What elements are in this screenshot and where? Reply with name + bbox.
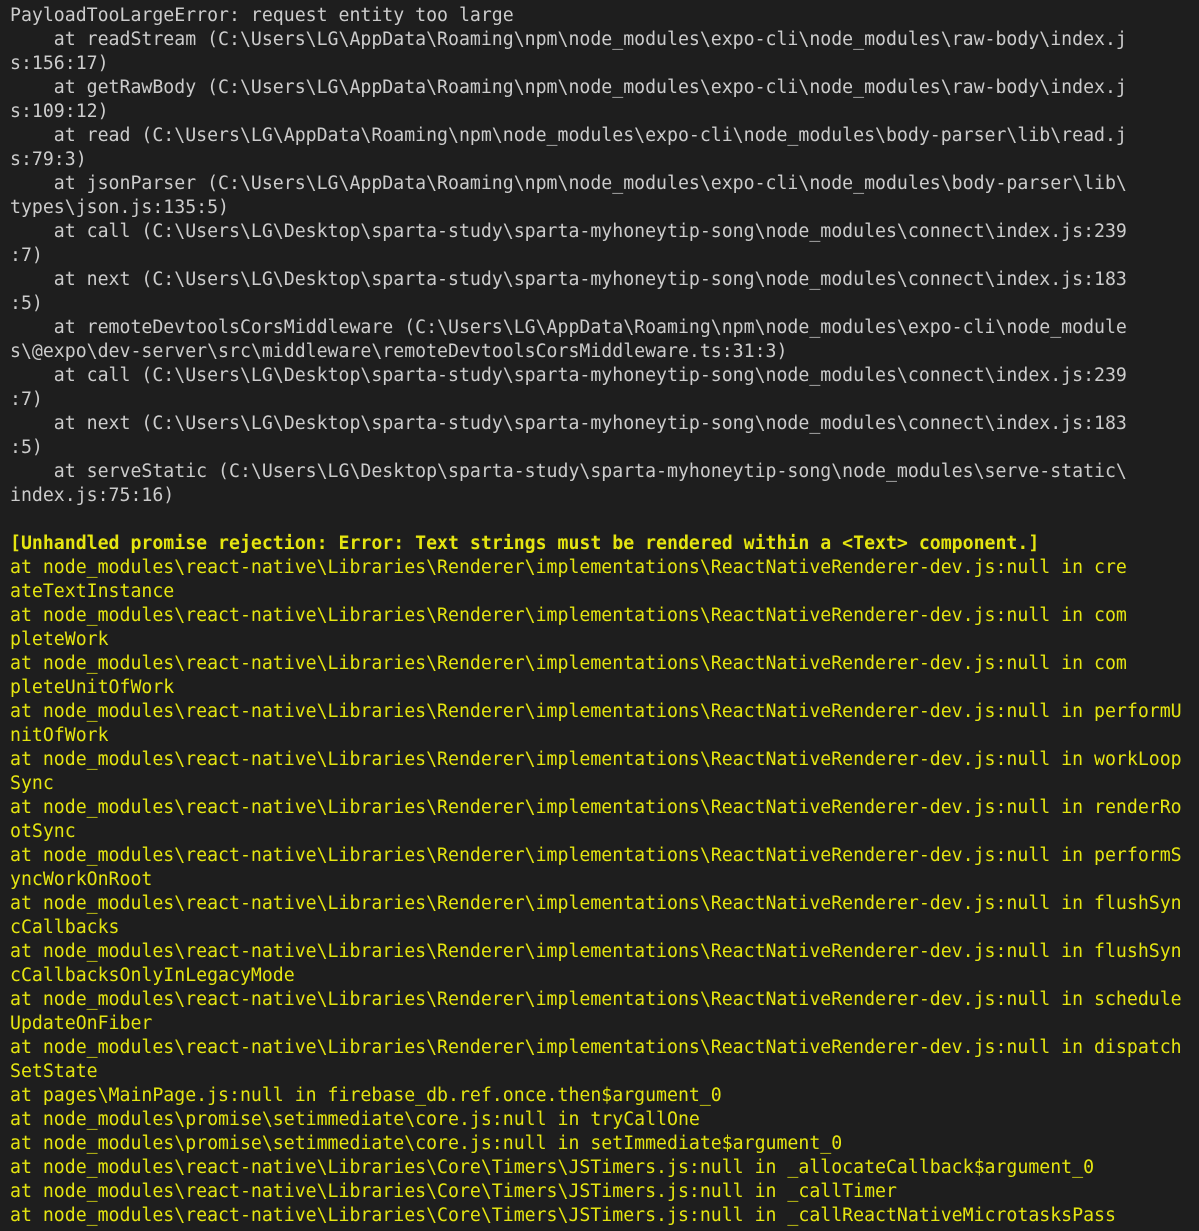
warning-log-line: at node_modules\react-native\Libraries\R… bbox=[10, 797, 1182, 818]
error-log-line: at call (C:\Users\LG\Desktop\sparta-stud… bbox=[10, 221, 1127, 242]
error-log-line: at call (C:\Users\LG\Desktop\sparta-stud… bbox=[10, 365, 1127, 386]
warning-log-line: pleteWork bbox=[10, 629, 109, 650]
warning-log-line: at node_modules\promise\setimmediate\cor… bbox=[10, 1133, 843, 1154]
error-log-line: s:79:3) bbox=[10, 149, 87, 170]
warning-log-line: at node_modules\react-native\Libraries\R… bbox=[10, 605, 1127, 626]
error-log-line: types\json.js:135:5) bbox=[10, 197, 229, 218]
error-log-line: :5) bbox=[10, 437, 43, 458]
warning-log-line: at node_modules\react-native\Libraries\C… bbox=[10, 1205, 1116, 1226]
warning-log-line: at node_modules\promise\setimmediate\cor… bbox=[10, 1109, 700, 1130]
warning-log-line: at node_modules\react-native\Libraries\C… bbox=[10, 1181, 897, 1202]
warning-log-line: at node_modules\react-native\Libraries\R… bbox=[10, 893, 1182, 914]
error-log-line: at next (C:\Users\LG\Desktop\sparta-stud… bbox=[10, 269, 1127, 290]
warning-log-line: at node_modules\react-native\Libraries\R… bbox=[10, 989, 1182, 1010]
error-log-line: at serveStatic (C:\Users\LG\Desktop\spar… bbox=[10, 461, 1127, 482]
error-log-line: :7) bbox=[10, 245, 43, 266]
error-log-line: at read (C:\Users\LG\AppData\Roaming\npm… bbox=[10, 125, 1127, 146]
warning-log-line: otSync bbox=[10, 821, 76, 842]
warning-log-line: cCallbacks bbox=[10, 917, 120, 938]
warning-log-line: at node_modules\react-native\Libraries\R… bbox=[10, 749, 1182, 770]
warning-log-line: at node_modules\react-native\Libraries\R… bbox=[10, 701, 1182, 722]
warning-log-line: SetState bbox=[10, 1061, 98, 1082]
warning-log-line: at node_modules\react-native\Libraries\R… bbox=[10, 1037, 1182, 1058]
error-log-line: index.js:75:16) bbox=[10, 485, 175, 506]
error-log-line: PayloadTooLargeError: request entity too… bbox=[10, 5, 514, 26]
warning-log-line: at pages\MainPage.js:null in firebase_db… bbox=[10, 1085, 722, 1106]
error-log-line: s\@expo\dev-server\src\middleware\remote… bbox=[10, 341, 788, 362]
terminal-output[interactable]: PayloadTooLargeError: request entity too… bbox=[0, 0, 1199, 1231]
warning-log-line: ateTextInstance bbox=[10, 581, 175, 602]
error-log-line: at remoteDevtoolsCorsMiddleware (C:\User… bbox=[10, 317, 1127, 338]
warning-log-line: pleteUnitOfWork bbox=[10, 677, 175, 698]
warning-log-line: [Unhandled promise rejection: Error: Tex… bbox=[10, 533, 1040, 554]
error-log-line: :7) bbox=[10, 389, 43, 410]
error-log-line: s:156:17) bbox=[10, 53, 109, 74]
warning-log-line: at node_modules\react-native\Libraries\C… bbox=[10, 1157, 1095, 1178]
warning-log-line: cCallbacksOnlyInLegacyMode bbox=[10, 965, 295, 986]
error-log-line: :5) bbox=[10, 293, 43, 314]
warning-log-line: at node_modules\react-native\Libraries\R… bbox=[10, 941, 1182, 962]
warning-log-line: yncWorkOnRoot bbox=[10, 869, 153, 890]
warning-log-line: nitOfWork bbox=[10, 725, 109, 746]
error-log-line bbox=[10, 508, 1199, 532]
error-log-line: at getRawBody (C:\Users\LG\AppData\Roami… bbox=[10, 77, 1127, 98]
warning-log-line: at node_modules\react-native\Libraries\R… bbox=[10, 557, 1127, 578]
error-log-line: at next (C:\Users\LG\Desktop\sparta-stud… bbox=[10, 413, 1127, 434]
warning-log-line: at node_modules\react-native\Libraries\R… bbox=[10, 653, 1127, 674]
warning-log-line: at node_modules\react-native\Libraries\R… bbox=[10, 845, 1182, 866]
warning-log-line: UpdateOnFiber bbox=[10, 1013, 153, 1034]
error-log-line: s:109:12) bbox=[10, 101, 109, 122]
error-log-line: at jsonParser (C:\Users\LG\AppData\Roami… bbox=[10, 173, 1127, 194]
warning-log-line: Sync bbox=[10, 773, 54, 794]
error-log-line: at readStream (C:\Users\LG\AppData\Roami… bbox=[10, 29, 1127, 50]
